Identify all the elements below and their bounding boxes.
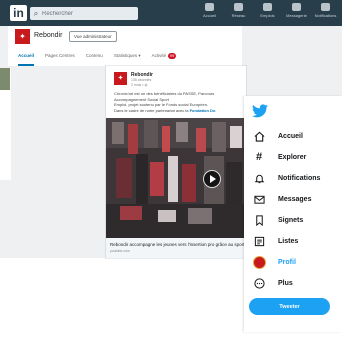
nav-label: Profil [278,258,296,266]
messaging-icon [292,3,301,11]
nav-label: Signets [278,216,304,224]
tab-activity[interactable]: Activité 99 [152,53,177,66]
video-title: Rebondir accompagne les jeunes vers l'in… [110,242,244,247]
video-frame [106,118,246,238]
more-circle-icon [252,276,266,290]
left-card-photo [0,68,10,90]
envelope-icon [252,192,266,206]
search-icon: ⌕ [33,8,39,18]
twitter-nav-profile[interactable]: Profil [252,255,296,269]
activity-badge: 99 [168,53,177,59]
twitter-nav-bookmarks[interactable]: Signets [252,213,303,227]
post-followers: 135 abonnés [131,78,152,82]
twitter-sidebar: Accueil # Explorer Notifications Message… [244,96,342,332]
tab-pages-centres[interactable]: Pages Centres [45,53,75,66]
home-outline-icon [252,129,266,143]
twitter-nav-notifications[interactable]: Notifications [252,171,320,185]
list-icon [252,234,266,248]
nav-label: Notifications [314,13,337,18]
twitter-nav-more[interactable]: Plus [252,276,293,290]
search-box[interactable]: ⌕ [30,7,138,20]
tab-home[interactable]: Accueil [18,53,35,66]
bell-outline-icon [252,171,266,185]
feed-post: ✦ Rebondir 135 abonnés 2 mois • ◍ Chroni… [106,66,246,258]
admin-view-button[interactable]: Vue administrateur [69,31,117,42]
bell-icon [321,3,330,11]
post-text: Chronic'art est un des bénéficiaires du … [114,91,242,113]
nav-label: Accueil [203,13,216,18]
tab-content[interactable]: Contenu [86,53,103,66]
nav-label: Explorer [278,153,307,161]
bookmark-icon [252,213,266,227]
nav-label: Notifications [278,174,321,182]
post-mention-link[interactable]: Fondation Do [190,108,216,113]
avatar-image [252,255,266,269]
nav-label: Réseau [231,13,246,18]
nav-item-jobs[interactable]: Emplois [253,3,282,18]
nav-label: Emplois [260,13,275,18]
linkedin-nav: Accueil Réseau Emplois Messagerie Notifi… [195,3,340,18]
linkedin-top-bar: in ⌕ Accueil Réseau Emplois Messagerie [0,0,342,26]
video-link-caption[interactable]: Rebondir accompagne les jeunes vers l'in… [106,238,246,258]
tab-activity-label: Activité [151,53,167,58]
nav-label: Plus [278,279,293,287]
twitter-nav-lists[interactable]: Listes [252,234,298,248]
twitter-bird-icon[interactable] [252,104,268,118]
network-icon [234,3,243,11]
post-author-logo[interactable]: ✦ [114,72,127,85]
tab-statistics[interactable]: Statistiques ▾ [114,53,141,66]
twitter-nav-messages[interactable]: Messages [252,192,311,206]
post-text-line: Chronic'art est un des bénéficiaires du … [114,91,215,102]
nav-label: Messages [278,195,312,203]
nav-item-home[interactable]: Accueil [195,3,224,18]
post-text-line: Dans le cadre de notre partenariat avec … [114,108,242,114]
twitter-nav-explore[interactable]: # Explorer [252,150,306,164]
home-icon [205,3,214,11]
play-button-icon[interactable] [203,170,221,188]
nav-item-notifications[interactable]: Notifications [311,3,340,18]
nav-label: Accueil [278,132,303,140]
company-tabs: Accueil Pages Centres Contenu Statistiqu… [18,53,187,66]
nav-label: Listes [278,237,299,245]
linkedin-logo[interactable]: in [10,5,27,21]
company-name[interactable]: Rebondir [34,32,62,39]
hashtag-icon: # [255,151,263,163]
post-video-thumbnail[interactable] [106,118,246,238]
post-time: 2 mois • ◍ [131,83,148,87]
tweet-button[interactable]: Tweeter [249,298,330,315]
company-header: ✦ Rebondir Vue administrateur Accueil Pa… [8,26,242,66]
nav-label: Messagerie [286,13,307,18]
twitter-nav-home[interactable]: Accueil [252,129,303,143]
post-text-prefix: Dans le cadre de notre partenariat avec … [114,107,190,113]
avatar [252,255,266,269]
nav-item-messaging[interactable]: Messagerie [282,3,311,18]
search-input[interactable] [42,8,132,19]
jobs-icon [263,3,272,11]
video-domain: youtube.com [110,249,131,253]
company-logo[interactable]: ✦ [15,29,30,44]
nav-item-network[interactable]: Réseau [224,3,253,18]
